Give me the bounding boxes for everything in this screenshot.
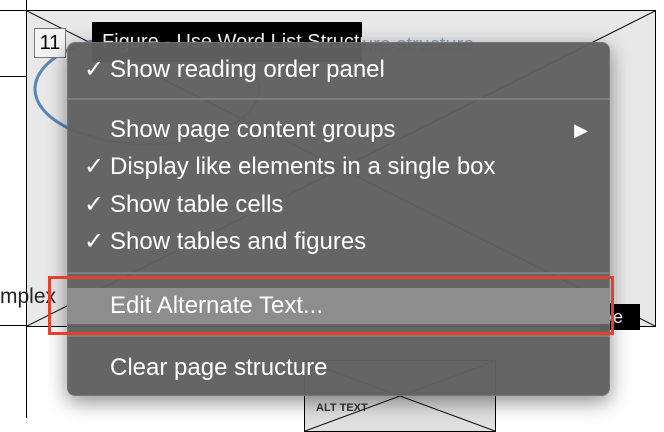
checkmark-icon: ✓ xyxy=(83,191,105,218)
submenu-arrow-icon: ▶ xyxy=(574,120,588,140)
panel-line xyxy=(0,325,26,326)
menu-item-show-reading-order-panel[interactable]: ✓ Show reading order panel xyxy=(67,52,610,88)
menu-separator xyxy=(67,98,610,100)
menu-item-label: Display like elements in a single box xyxy=(110,153,496,180)
checkmark-icon: ✓ xyxy=(83,153,105,180)
menu-item-show-table-cells[interactable]: ✓ Show table cells xyxy=(67,187,610,223)
bottom-figure-label: ALT TEXT xyxy=(316,402,368,414)
menu-item-display-like-elements[interactable]: ✓ Display like elements in a single box xyxy=(67,149,610,185)
menu-item-show-tables-and-figures[interactable]: ✓ Show tables and figures xyxy=(67,224,610,260)
panel-line xyxy=(0,76,26,77)
checkmark-icon: ✓ xyxy=(83,56,105,83)
menu-item-clear-page-structure[interactable]: Clear page structure xyxy=(67,350,610,386)
highlight-callout xyxy=(48,276,614,335)
left-panel xyxy=(0,0,27,418)
menu-separator xyxy=(67,272,610,274)
menu-item-label: Show page content groups xyxy=(110,116,396,143)
tag-number[interactable]: 11 xyxy=(34,28,66,58)
context-menu: ✓ Show reading order panel Show page con… xyxy=(67,42,610,396)
menu-item-label: Show reading order panel xyxy=(110,56,385,83)
menu-item-show-page-content-groups[interactable]: Show page content groups ▶ xyxy=(67,112,610,148)
menu-item-label: Clear page structure xyxy=(110,354,328,381)
panel-line xyxy=(0,10,26,11)
menu-item-label: Show tables and figures xyxy=(110,228,367,255)
checkmark-icon: ✓ xyxy=(83,228,105,255)
menu-item-label: Show table cells xyxy=(110,191,284,218)
menu-separator xyxy=(67,335,610,337)
